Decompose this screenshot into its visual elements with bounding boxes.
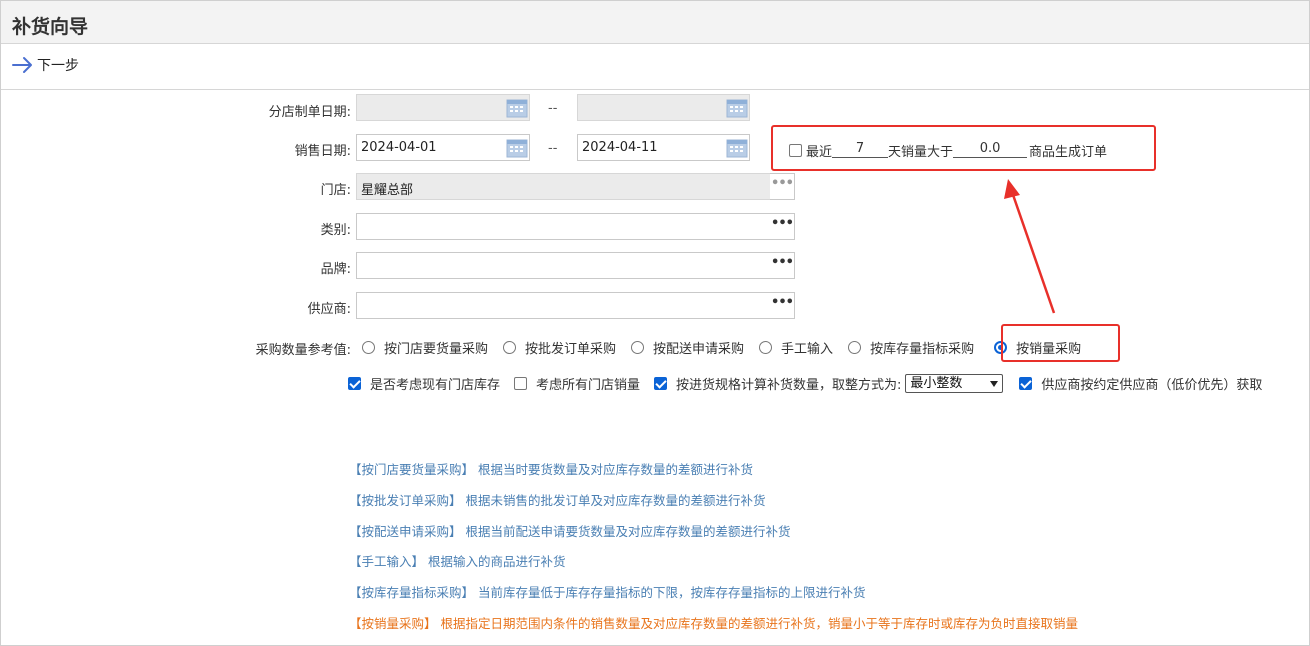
calendar-icon[interactable] [506, 137, 528, 158]
checkbox[interactable] [348, 376, 361, 390]
radio-label: 按库存量指标采购 [870, 341, 975, 357]
brand-picker-button[interactable]: ••• [770, 252, 795, 279]
supplier-picker-button[interactable]: ••• [770, 292, 795, 319]
supplier-label: 供应商: [307, 302, 351, 317]
category-label: 类别: [320, 223, 351, 238]
desc-stock-indicator: 【按库存量指标采购】 当前库存量低于库存存量指标的下限，按库存存量指标的上限进行… [349, 585, 866, 600]
recent-middle: 天销量大于 [888, 144, 954, 160]
desc-wholesale-order: 【按批发订单采购】 根据未销售的批发订单及对应库存数量的差额进行补货 [349, 493, 766, 508]
annotation-box-by-sales [1001, 324, 1120, 362]
sales-date-from-input[interactable]: 2024-04-01 [356, 134, 530, 161]
calendar-icon [506, 99, 528, 118]
ref-value-label: 采购数量参考值: [255, 343, 351, 358]
sales-date-label: 销售日期: [294, 144, 351, 159]
radio-button[interactable] [759, 340, 773, 354]
branch-date-to-input [577, 94, 750, 121]
checkbox[interactable] [514, 376, 528, 390]
rounding-select[interactable]: 最小整数 [905, 373, 1004, 393]
date-separator: -- [548, 141, 558, 156]
arrow-right-icon [12, 57, 32, 73]
desc-distribution-request: 【按配送申请采购】 根据当前配送申请要货数量及对应库存数量的差额进行补货 [349, 524, 791, 539]
option-label: 按进货规格计算补货数量，取整方式为: [676, 377, 902, 393]
store-input: 星耀总部 [356, 173, 771, 200]
brand-label: 品牌: [320, 262, 351, 277]
desc-by-sales: 【按销量采购】 根据指定日期范围内条件的销售数量及对应库存数量的差额进行补货，销… [349, 616, 1078, 631]
radio-label: 按批发订单采购 [525, 341, 617, 357]
checkbox[interactable] [1019, 376, 1033, 390]
category-input[interactable] [356, 213, 771, 240]
date-separator: -- [548, 101, 558, 116]
chevron-down-icon [990, 380, 999, 387]
store-value: 星耀总部 [361, 183, 414, 198]
radio-store-request[interactable]: 按门店要货量采购 [362, 338, 488, 357]
option-label: 考虑所有门店销量 [536, 377, 641, 393]
toolbar: 下一步 [1, 44, 1309, 90]
option-supplier-contract[interactable]: 供应商按约定供应商（低价优先）获取 [1019, 374, 1262, 393]
option-consider-stock[interactable]: 是否考虑现有门店库存 [348, 374, 500, 393]
radio-button[interactable] [631, 340, 645, 354]
option-label: 是否考虑现有门店库存 [370, 377, 501, 393]
next-step-label: 下一步 [37, 58, 79, 74]
page-title: 补货向导 [12, 16, 89, 38]
purchase-ref-radio-group: 按门店要货量采购 按批发订单采购 按配送申请采购 手工输入 按库存量指标采购 按… [362, 338, 1096, 357]
brand-input[interactable] [356, 252, 771, 279]
calendar-icon[interactable] [726, 137, 748, 158]
title-bar: 补货向导 [1, 1, 1309, 44]
radio-stock-indicator[interactable]: 按库存量指标采购 [848, 338, 974, 357]
recent-qty-input[interactable]: 0.0 [953, 142, 1028, 158]
radio-label: 按配送申请采购 [653, 341, 745, 357]
radio-button[interactable] [503, 340, 517, 354]
next-step-button[interactable]: 下一步 [12, 55, 79, 75]
recent-days-input[interactable]: 7 [832, 142, 889, 158]
sales-date-to-value: 2024-04-11 [582, 140, 658, 155]
radio-manual-input[interactable]: 手工输入 [759, 338, 833, 357]
options-row: 是否考虑现有门店库存 考虑所有门店销量 按进货规格计算补货数量，取整方式为: 最… [348, 373, 1276, 393]
store-picker-button[interactable]: ••• [770, 173, 795, 200]
radio-wholesale-order[interactable]: 按批发订单采购 [503, 338, 616, 357]
sales-date-from-value: 2024-04-01 [361, 140, 437, 155]
category-picker-button[interactable]: ••• [770, 213, 795, 240]
recent-prefix: 最近 [806, 144, 833, 160]
sales-date-to-input[interactable]: 2024-04-11 [577, 134, 750, 161]
radio-distribution-request[interactable]: 按配送申请采购 [631, 338, 744, 357]
desc-store-request: 【按门店要货量采购】 根据当时要货数量及对应库存数量的差额进行补货 [349, 462, 753, 477]
radio-label: 手工输入 [781, 341, 834, 357]
recent-sales-filter: 最近 7 天销量大于 0.0 商品生成订单 [789, 141, 1108, 160]
branch-date-label: 分店制单日期: [268, 105, 351, 120]
recent-suffix: 商品生成订单 [1029, 144, 1108, 160]
recent-sales-checkbox[interactable] [789, 143, 802, 157]
calendar-icon [726, 99, 748, 118]
supplier-input[interactable] [356, 292, 771, 319]
branch-date-from-input [356, 94, 530, 121]
store-label: 门店: [320, 183, 351, 198]
option-consider-all-sales[interactable]: 考虑所有门店销量 [514, 374, 640, 393]
rounding-value: 最小整数 [910, 375, 963, 391]
radio-label: 按门店要货量采购 [384, 341, 489, 357]
radio-button[interactable] [848, 340, 862, 354]
checkbox[interactable] [654, 376, 668, 390]
annotation-arrow-icon [1004, 179, 1056, 314]
desc-manual-input: 【手工输入】 根据输入的商品进行补货 [349, 554, 566, 569]
radio-button[interactable] [362, 340, 375, 354]
option-label: 供应商按约定供应商（低价优先）获取 [1041, 377, 1263, 393]
replenish-wizard-page: 补货向导 下一步 分店制单日期: -- 销售日期: 2024-04-01 -- [0, 0, 1310, 646]
option-by-spec[interactable]: 按进货规格计算补货数量，取整方式为: [654, 374, 901, 393]
